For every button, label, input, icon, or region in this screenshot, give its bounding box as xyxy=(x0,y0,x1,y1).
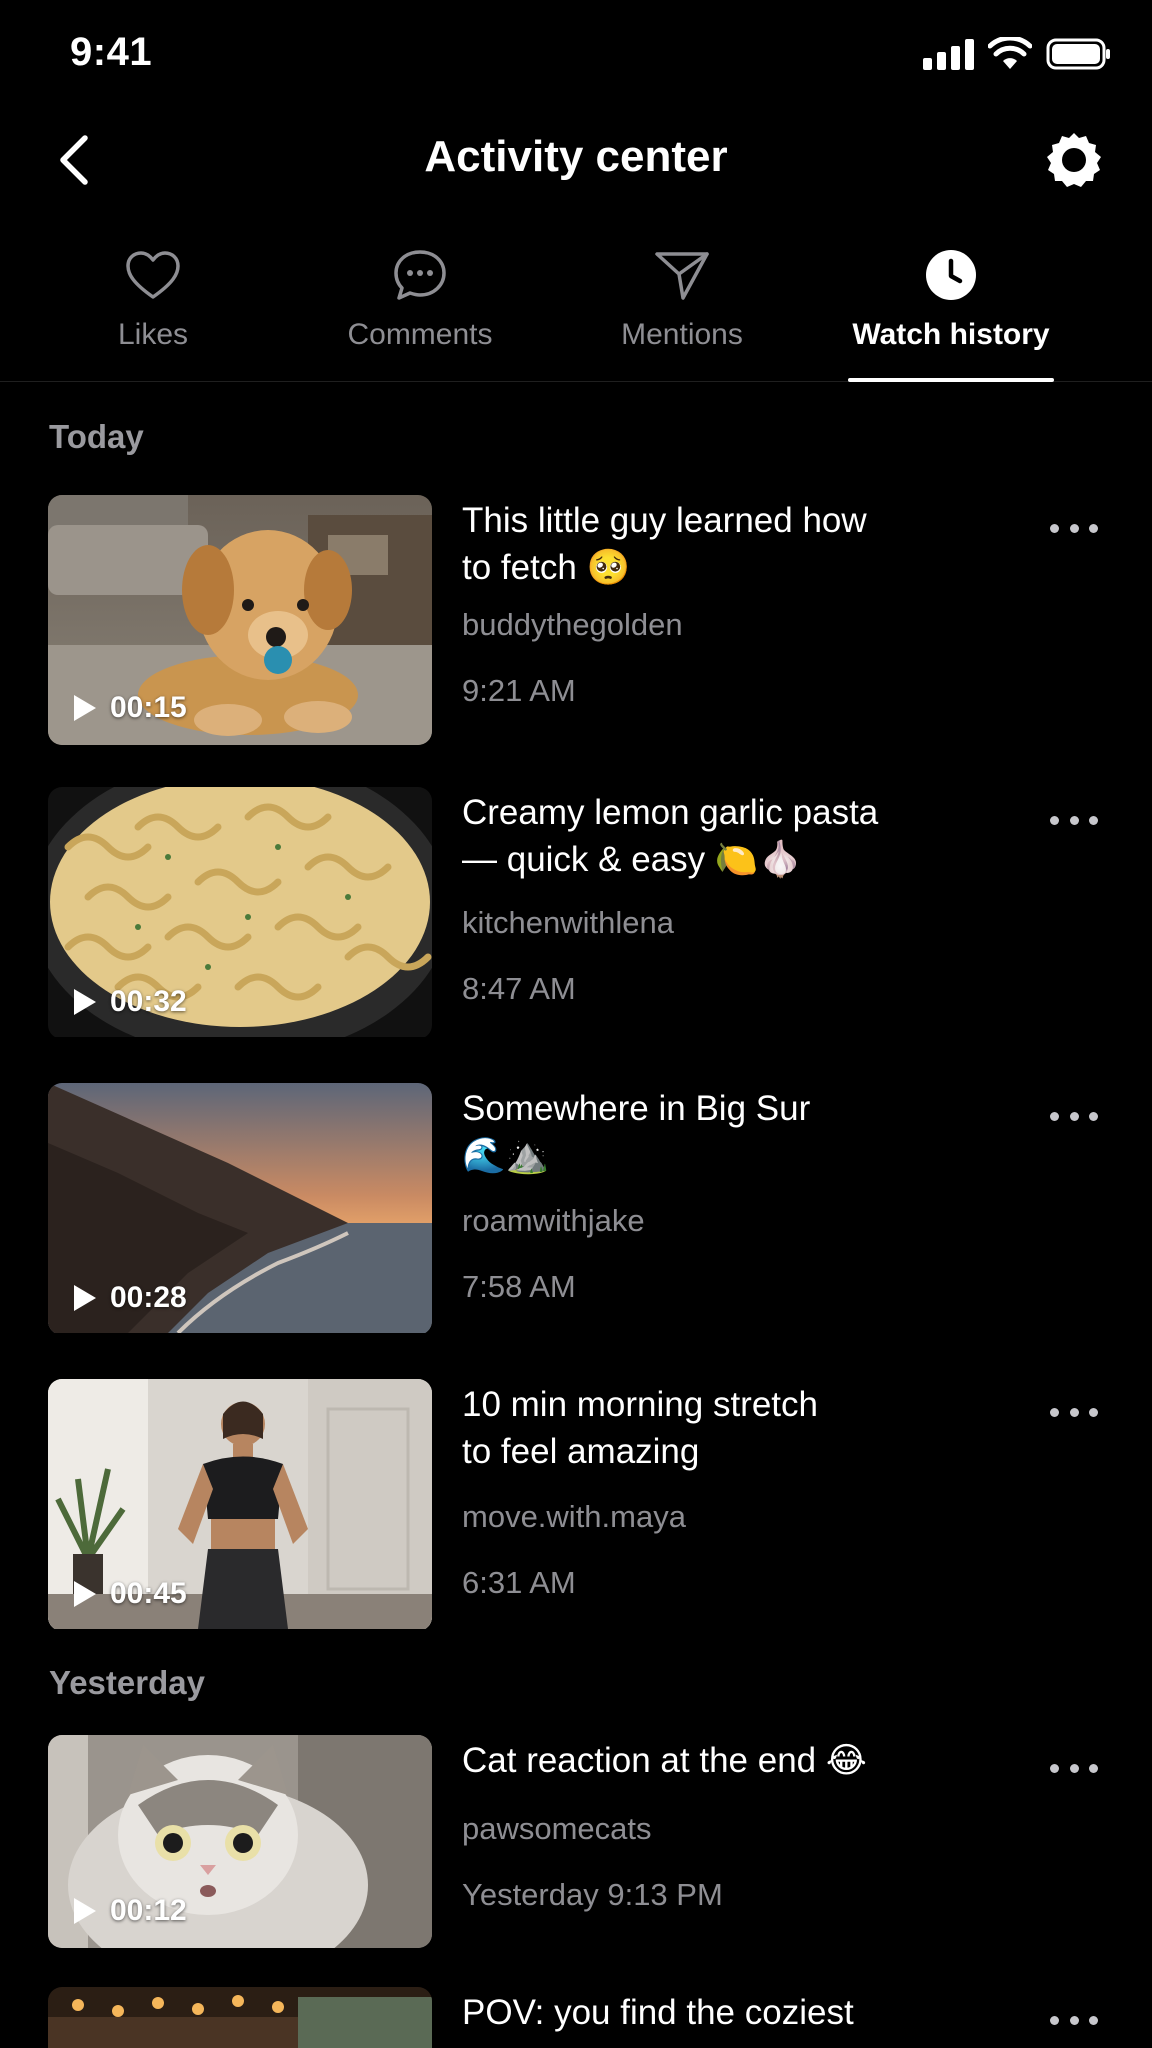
video-username[interactable]: pawsomecats xyxy=(462,1811,652,1847)
section-header-yesterday: Yesterday xyxy=(49,1664,205,1701)
more-options-button[interactable] xyxy=(1044,513,1104,543)
video-title-line-1: Somewhere in Big Sur xyxy=(462,1089,811,1128)
cafe-thumbnail-image xyxy=(48,1987,432,2048)
video-title-line-1: Cat reaction at the end 😂 xyxy=(462,1741,867,1780)
comment-bubble-icon xyxy=(394,250,446,300)
tab-comments[interactable]: Comments xyxy=(320,230,520,382)
list-item[interactable]: 00:45 10 min morning stretch to feel ama… xyxy=(0,1379,1152,1631)
play-icon xyxy=(74,1581,96,1607)
tab-watch-history[interactable]: Watch history xyxy=(841,230,1061,382)
watched-time: Yesterday 9:13 PM xyxy=(462,1877,723,1912)
video-duration: 00:12 xyxy=(72,1894,187,1928)
watched-time: 9:21 AM xyxy=(462,673,576,708)
video-title-line-2: to feel amazing xyxy=(462,1432,700,1471)
video-thumbnail[interactable]: 00:12 xyxy=(48,1735,432,1948)
watched-time: 8:47 AM xyxy=(462,971,576,1006)
watched-time: 7:58 AM xyxy=(462,1269,576,1304)
tab-comments-label: Comments xyxy=(347,318,493,351)
list-item[interactable]: POV: you find the coziest xyxy=(0,1987,1152,2048)
video-title[interactable]: This little guy learned how to fetch 🥺 xyxy=(462,497,962,591)
duration-label: 00:12 xyxy=(110,1894,187,1927)
heart-icon xyxy=(126,251,180,299)
play-icon xyxy=(74,695,96,721)
video-title-line-1: 10 min morning stretch xyxy=(462,1385,818,1424)
wifi-icon xyxy=(988,37,1032,69)
more-options-button[interactable] xyxy=(1044,1397,1104,1427)
header: Activity center xyxy=(0,110,1152,210)
video-title-line-2: to fetch 🥺 xyxy=(462,548,631,587)
video-title[interactable]: Cat reaction at the end 😂 xyxy=(462,1737,962,1784)
video-title-line-1: Creamy lemon garlic pasta xyxy=(462,793,879,832)
send-icon xyxy=(655,252,709,300)
video-title[interactable]: Somewhere in Big Sur 🌊⛰️ xyxy=(462,1085,962,1179)
clock-icon xyxy=(926,250,976,300)
video-duration: 00:32 xyxy=(72,985,187,1019)
video-title[interactable]: POV: you find the coziest xyxy=(462,1989,962,2036)
video-title-line-1: This little guy learned how xyxy=(462,501,867,540)
watched-time: 6:31 AM xyxy=(462,1565,576,1600)
video-thumbnail[interactable]: 00:28 xyxy=(48,1083,432,1335)
section-header-today: Today xyxy=(49,418,144,455)
video-username[interactable]: kitchenwithlena xyxy=(462,905,674,941)
more-options-button[interactable] xyxy=(1044,1101,1104,1131)
video-thumbnail[interactable]: 00:32 xyxy=(48,787,432,1039)
list-item[interactable]: 00:12 Cat reaction at the end 😂 pawsomec… xyxy=(0,1735,1152,1948)
tab-likes[interactable]: Likes xyxy=(73,230,233,382)
duration-label: 00:28 xyxy=(110,1281,187,1314)
list-item[interactable]: 00:32 Creamy lemon garlic pasta — quick … xyxy=(0,787,1152,1039)
video-duration: 00:45 xyxy=(72,1577,187,1611)
more-options-button[interactable] xyxy=(1044,1753,1104,1783)
play-icon xyxy=(74,1285,96,1311)
video-thumbnail[interactable]: 00:45 xyxy=(48,1379,432,1631)
cellular-signal-icon xyxy=(923,38,974,70)
more-options-button[interactable] xyxy=(1044,2005,1104,2035)
tab-mentions-label: Mentions xyxy=(621,318,743,351)
status-icons xyxy=(923,34,1112,74)
duration-label: 00:45 xyxy=(110,1577,187,1610)
gear-icon xyxy=(1047,133,1101,187)
status-bar: 9:41 xyxy=(0,0,1152,110)
settings-button[interactable] xyxy=(1042,128,1106,192)
list-item[interactable]: 00:28 Somewhere in Big Sur 🌊⛰️ roamwithj… xyxy=(0,1083,1152,1335)
video-username[interactable]: buddythegolden xyxy=(462,607,683,643)
tab-bar: Likes Comments Mentions Watch history xyxy=(0,230,1152,382)
tab-watch-history-label: Watch history xyxy=(852,318,1050,351)
video-duration: 00:15 xyxy=(72,691,187,725)
tab-mentions[interactable]: Mentions xyxy=(592,230,772,382)
tab-likes-label: Likes xyxy=(117,318,189,351)
video-title-line-2: 🌊⛰️ xyxy=(462,1136,550,1175)
list-item[interactable]: 00:15 This little guy learned how to fet… xyxy=(0,495,1152,745)
duration-label: 00:15 xyxy=(110,691,187,724)
video-title[interactable]: 10 min morning stretch to feel amazing xyxy=(462,1381,962,1475)
more-options-button[interactable] xyxy=(1044,805,1104,835)
video-thumbnail[interactable]: 00:15 xyxy=(48,495,432,745)
play-icon xyxy=(74,1898,96,1924)
video-title[interactable]: Creamy lemon garlic pasta — quick & easy… xyxy=(462,789,962,883)
status-time: 9:41 xyxy=(70,30,153,74)
video-title-line-2: — quick & easy 🍋🧄 xyxy=(462,840,803,879)
video-username[interactable]: roamwithjake xyxy=(462,1203,645,1239)
battery-icon xyxy=(1046,38,1110,70)
video-title-line-1: POV: you find the coziest xyxy=(462,1993,854,2032)
page-title: Activity center xyxy=(424,132,728,181)
video-username[interactable]: move.with.maya xyxy=(462,1499,686,1535)
video-thumbnail[interactable] xyxy=(48,1987,432,2048)
video-duration: 00:28 xyxy=(72,1281,187,1315)
play-icon xyxy=(74,989,96,1015)
active-tab-indicator xyxy=(848,378,1054,382)
duration-label: 00:32 xyxy=(110,985,187,1018)
